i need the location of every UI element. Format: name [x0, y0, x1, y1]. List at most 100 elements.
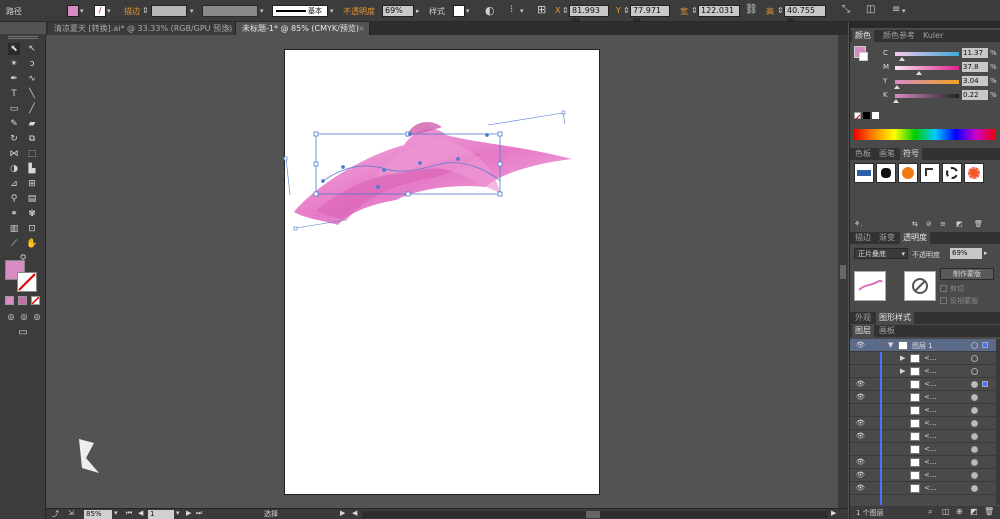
locate-object-icon[interactable]: ⌕	[928, 507, 932, 517]
align-dropdown-icon[interactable]: ▾	[520, 5, 528, 17]
artboard-tool-icon[interactable]: ⊡	[26, 223, 38, 235]
target-circle-icon[interactable]	[971, 342, 978, 349]
draw-inside-icon[interactable]: ◎	[31, 311, 43, 323]
slider-knob[interactable]	[892, 99, 899, 103]
make-mask-button[interactable]: 制作蒙版	[940, 268, 994, 280]
brush-dropdown-icon[interactable]: ▾	[330, 5, 338, 17]
x-field[interactable]: 81.993 m	[569, 5, 609, 25]
opacity-label[interactable]: 不透明度	[343, 6, 375, 17]
sublayer-name[interactable]: <...	[924, 419, 937, 427]
rectangle-tool-icon[interactable]: ▭	[8, 103, 20, 115]
selection-indicator[interactable]	[982, 342, 988, 348]
free-transform-tool-icon[interactable]: ⬚	[26, 148, 38, 160]
none-mode-button[interactable]	[31, 296, 40, 305]
sublayer-name[interactable]: <...	[924, 367, 937, 375]
artboard-number-field[interactable]: 1	[148, 510, 174, 519]
slider-track[interactable]	[895, 80, 959, 84]
y-field[interactable]: 77.971 m	[630, 5, 670, 25]
clipping-mask-icon[interactable]: ◫	[942, 507, 950, 516]
tab-transparency[interactable]: 透明度	[900, 232, 930, 244]
hscroll-left-icon[interactable]: ◀	[352, 509, 357, 517]
target-circle-icon[interactable]	[971, 459, 978, 466]
toolbar-grip[interactable]	[8, 36, 38, 39]
canvas-area[interactable]	[46, 35, 838, 509]
slider-track[interactable]	[895, 52, 959, 56]
new-layer-icon[interactable]: ◩	[970, 507, 978, 516]
layers-scrollbar[interactable]	[996, 339, 1000, 505]
eyedropper-tool-icon[interactable]: ⚲	[8, 193, 20, 205]
sublayer-name[interactable]: <...	[924, 354, 937, 362]
width-field[interactable]: 122.031	[698, 5, 740, 17]
sublayer-name[interactable]: <...	[924, 471, 937, 479]
opacity-menu-icon[interactable]: ▸	[984, 249, 988, 257]
draw-behind-icon[interactable]: ◎	[18, 311, 30, 323]
opacity-field[interactable]: 69%	[950, 248, 982, 259]
width-label[interactable]: 宽	[680, 6, 688, 17]
expand-arrow-icon[interactable]: ▼	[888, 341, 893, 349]
eye-icon[interactable]: 👁	[856, 394, 865, 401]
tab-kuler[interactable]: Kuler	[920, 30, 946, 42]
tab-document-1[interactable]: 清凉夏天 [转换].ai* @ 33.33% (RGB/GPU 预览) ×	[48, 22, 236, 35]
style-dropdown-icon[interactable]: ▾	[466, 5, 474, 17]
type-tool-icon[interactable]: T	[8, 88, 20, 100]
brush-definition[interactable]: 基本	[272, 5, 328, 17]
black-color-button[interactable]	[863, 112, 870, 119]
vertical-scrollbar[interactable]	[838, 35, 848, 509]
layer-row[interactable]: ▶ <...	[850, 365, 996, 378]
hand-tool-icon[interactable]: ✋	[26, 238, 38, 250]
delete-symbol-icon[interactable]: 🗑	[974, 220, 983, 228]
fill-swatch[interactable]	[67, 5, 79, 17]
slider-knob[interactable]	[916, 71, 923, 75]
blend-tool-icon[interactable]: ⚭	[8, 208, 20, 220]
symbol-orange-flower[interactable]	[964, 163, 984, 183]
tab-document-2[interactable]: 未标题-1* @ 85% (CMYK/预览) ×	[236, 22, 370, 35]
gradient-tool-icon[interactable]: ▤	[26, 193, 38, 205]
layer-row[interactable]: 👁 <...	[850, 430, 996, 443]
line-tool-icon[interactable]: ╲	[26, 88, 38, 100]
selection-indicator[interactable]	[982, 381, 988, 387]
transform-icon[interactable]: ⤡	[842, 4, 850, 15]
tab-graphic-styles[interactable]: 图形样式	[876, 312, 914, 324]
first-artboard-icon[interactable]: ⏮	[126, 509, 132, 518]
width-stepper-icon[interactable]: ⇕	[691, 6, 698, 15]
zoom-dropdown-icon[interactable]: ▾	[114, 509, 118, 517]
paintbrush-tool-icon[interactable]: ╱	[26, 103, 38, 115]
eye-icon[interactable]: 👁	[856, 381, 865, 388]
layer-row[interactable]: ▶ <...	[850, 352, 996, 365]
constrain-proportions-icon[interactable]: ⛓	[745, 4, 758, 15]
scale-tool-icon[interactable]: ⧉	[26, 133, 38, 145]
graphic-style-swatch[interactable]	[453, 5, 465, 17]
stroke-stepper-icon[interactable]: ⇕	[142, 6, 149, 15]
layer-row[interactable]: 👁 <...	[850, 456, 996, 469]
height-stepper-icon[interactable]: ⇕	[777, 6, 784, 15]
slider-value[interactable]: 11.37	[962, 48, 988, 58]
width-tool-icon[interactable]: ⋈	[8, 148, 20, 160]
invert-mask-checkbox[interactable]	[940, 297, 947, 304]
hscroll-thumb[interactable]	[586, 511, 600, 518]
slider-track[interactable]	[895, 66, 959, 70]
target-circle-icon[interactable]	[971, 446, 978, 453]
slider-value[interactable]: 3.04	[962, 76, 988, 86]
layer-row[interactable]: 👁 <...	[850, 417, 996, 430]
expand-arrow-icon[interactable]: ▶	[900, 367, 905, 375]
height-label[interactable]: 高	[766, 6, 774, 17]
slider-knob[interactable]	[893, 85, 900, 89]
rotate-tool-icon[interactable]: ↻	[8, 133, 20, 145]
eye-icon[interactable]: 👁	[856, 459, 865, 466]
fill-dropdown-icon[interactable]: ▾	[80, 5, 88, 17]
curvature-tool-icon[interactable]: ∿	[26, 73, 38, 85]
blend-mode-select[interactable]: 正片叠底 ▾	[854, 248, 908, 259]
layer-row[interactable]: <...	[850, 443, 996, 456]
sublayer-name[interactable]: <...	[924, 484, 937, 492]
black-slider[interactable]: K 0.22 %	[855, 90, 997, 103]
target-circle-icon[interactable]	[971, 407, 978, 414]
symbol-orange-circle[interactable]	[898, 163, 918, 183]
x-label[interactable]: X	[555, 6, 560, 15]
eraser-tool-icon[interactable]: ▰	[26, 118, 38, 130]
isolate-icon[interactable]: ◫	[866, 4, 875, 15]
new-sublayer-icon[interactable]: ⊕	[956, 507, 963, 516]
sublayer-name[interactable]: <...	[924, 432, 937, 440]
lasso-tool-icon[interactable]: ↄ	[26, 58, 38, 70]
mesh-tool-icon[interactable]: ⊞	[26, 178, 38, 190]
eye-icon[interactable]: 👁	[856, 472, 865, 479]
